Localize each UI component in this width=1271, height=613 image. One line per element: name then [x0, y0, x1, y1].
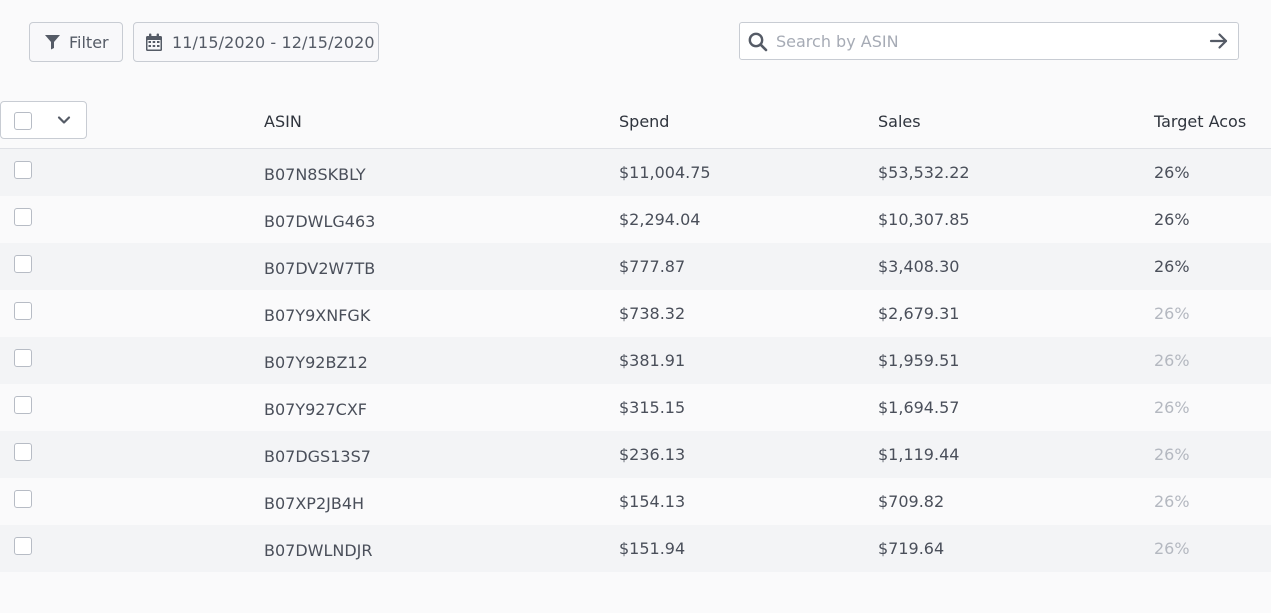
spend-cell: $236.13 — [619, 445, 686, 464]
asin-cell: B07XP2JB4H — [264, 494, 365, 513]
target-acos-cell: 26% — [1154, 398, 1190, 417]
table-row[interactable]: B07Y92BZ12 $381.91 $1,959.51 26% — [0, 337, 1271, 384]
table-header: ASIN Spend Sales Target Acos — [0, 95, 1271, 149]
table-row[interactable]: B07DGS13S7 $236.13 $1,119.44 26% — [0, 431, 1271, 478]
calendar-icon — [146, 33, 162, 51]
sales-cell: $3,408.30 — [878, 257, 960, 276]
filter-icon — [45, 35, 60, 50]
table-row[interactable]: B07XP2JB4H $154.13 $709.82 26% — [0, 478, 1271, 525]
target-acos-cell: 26% — [1154, 351, 1190, 370]
table-row[interactable]: B07N8SKBLY $11,004.75 $53,532.22 26% — [0, 149, 1271, 196]
filter-button[interactable]: Filter — [29, 22, 123, 62]
search-icon — [748, 32, 768, 52]
row-checkbox[interactable] — [14, 255, 32, 273]
table-row[interactable]: B07DV2W7TB $777.87 $3,408.30 26% — [0, 243, 1271, 290]
table-row[interactable]: B07Y927CXF $315.15 $1,694.57 26% — [0, 384, 1271, 431]
table-body: B07N8SKBLY $11,004.75 $53,532.22 26% B07DWLG… — [0, 149, 1271, 589]
asin-cell: B07Y927CXF — [264, 400, 367, 419]
spend-cell: $11,004.75 — [619, 163, 711, 182]
date-range-picker[interactable]: 11/15/2020 - 12/15/2020 — [133, 22, 379, 62]
asin-cell: B07N8SKBLY — [264, 165, 366, 184]
row-checkbox[interactable] — [14, 302, 32, 320]
target-acos-cell: 26% — [1154, 445, 1190, 464]
row-checkbox[interactable] — [14, 396, 32, 414]
row-checkbox[interactable] — [14, 443, 32, 461]
column-header-spend[interactable]: Spend — [619, 112, 669, 131]
spend-cell: $154.13 — [619, 492, 686, 511]
spend-cell: $381.91 — [619, 351, 686, 370]
search-input[interactable] — [776, 27, 1196, 55]
row-checkbox[interactable] — [14, 208, 32, 226]
column-header-asin[interactable]: ASIN — [264, 112, 302, 131]
sales-cell: $2,679.31 — [878, 304, 960, 323]
row-checkbox[interactable] — [14, 349, 32, 367]
sales-cell: $10,307.85 — [878, 210, 970, 229]
target-acos-cell: 26% — [1154, 163, 1190, 182]
select-all-dropdown[interactable] — [0, 101, 87, 139]
target-acos-cell: 26% — [1154, 492, 1190, 511]
asin-cell: B07Y9XNFGK — [264, 306, 371, 325]
column-header-target-acos[interactable]: Target Acos — [1154, 112, 1246, 131]
search-box — [739, 22, 1239, 60]
column-header-sales[interactable]: Sales — [878, 112, 921, 131]
date-range-label: 11/15/2020 - 12/15/2020 — [172, 32, 375, 52]
table-row[interactable]: B07DWLG463 $2,294.04 $10,307.85 26% — [0, 196, 1271, 243]
sales-cell: $53,532.22 — [878, 163, 970, 182]
table-row[interactable]: B07Y9XNFGK $738.32 $2,679.31 26% — [0, 290, 1271, 337]
target-acos-cell: 26% — [1154, 210, 1190, 229]
spend-cell: $315.15 — [619, 398, 686, 417]
select-all-checkbox[interactable] — [14, 112, 32, 130]
asin-cell: B07DWLG463 — [264, 212, 376, 231]
row-checkbox[interactable] — [14, 161, 32, 179]
sales-cell: $719.64 — [878, 539, 945, 558]
sales-cell: $1,694.57 — [878, 398, 960, 417]
table-row[interactable]: B07DWLNDJR $151.94 $719.64 26% — [0, 525, 1271, 572]
asin-cell: B07DGS13S7 — [264, 447, 371, 466]
spend-cell: $777.87 — [619, 257, 686, 276]
spend-cell: $151.94 — [619, 539, 686, 558]
asin-cell: B07DWLNDJR — [264, 541, 373, 560]
arrow-right-icon[interactable] — [1209, 32, 1229, 50]
target-acos-cell: 26% — [1154, 257, 1190, 276]
asin-cell: B07Y92BZ12 — [264, 353, 368, 372]
target-acos-cell: 26% — [1154, 304, 1190, 323]
chevron-down-icon[interactable] — [57, 115, 71, 125]
row-checkbox[interactable] — [14, 537, 32, 555]
asin-table-page: Filter 11/15/2020 - 12/15/2020 Search by… — [0, 0, 1271, 613]
row-checkbox[interactable] — [14, 490, 32, 508]
target-acos-cell: 26% — [1154, 539, 1190, 558]
filter-button-label: Filter — [69, 32, 109, 52]
asin-cell: B07DV2W7TB — [264, 259, 376, 278]
sales-cell: $709.82 — [878, 492, 945, 511]
sales-cell: $1,119.44 — [878, 445, 960, 464]
spend-cell: $2,294.04 — [619, 210, 701, 229]
spend-cell: $738.32 — [619, 304, 686, 323]
sales-cell: $1,959.51 — [878, 351, 960, 370]
